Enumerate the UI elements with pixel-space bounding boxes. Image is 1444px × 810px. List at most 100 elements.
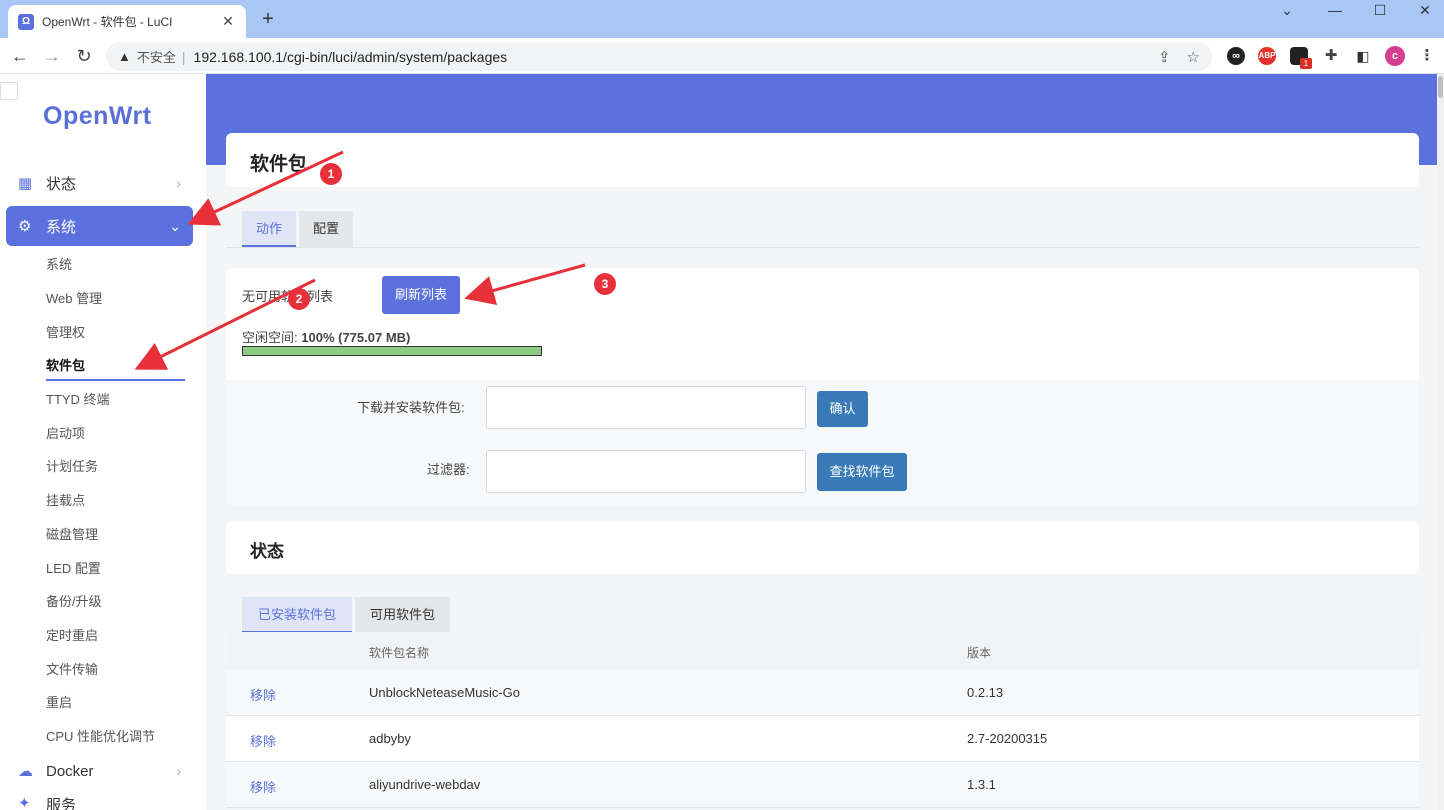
annotation-badge-2: 2 xyxy=(288,288,310,310)
extension-badge: 1 xyxy=(1300,58,1312,69)
annotation-badge-1: 1 xyxy=(320,163,342,185)
sidebar-item-docker[interactable]: ☁ Docker › xyxy=(6,751,193,791)
sidebar-item-services[interactable]: ✦ 服务 xyxy=(6,794,193,810)
bookmark-star-icon[interactable]: ☆ xyxy=(1187,48,1200,66)
scrollbar-thumb[interactable] xyxy=(1438,76,1443,98)
filter-input[interactable] xyxy=(486,450,806,493)
reload-icon[interactable]: ↻ xyxy=(72,44,96,68)
sidebar-item-system[interactable]: ⚙ 系统 ⌄ xyxy=(6,206,193,246)
remove-link[interactable]: 移除 xyxy=(250,777,276,796)
sidebar-subitem-reboot[interactable]: 重启 xyxy=(46,692,72,711)
download-label: 下载并安装软件包: xyxy=(357,400,465,415)
dashboard-icon: ▦ xyxy=(18,175,33,192)
tab-actions[interactable]: 动作 xyxy=(242,211,296,247)
chevron-down-icon[interactable]: ⌄ xyxy=(1272,2,1302,19)
chevron-down-icon: ⌄ xyxy=(169,217,181,234)
address-bar[interactable]: ▲ 不安全 | 192.168.100.1/cgi-bin/luci/admin… xyxy=(106,42,1212,71)
sidebar-item-label: 系统 xyxy=(46,218,77,236)
browser-tabstrip: Ω OpenWrt - 软件包 - LuCI ✕ + ⌄ — ☐ ✕ xyxy=(0,0,1444,38)
forward-arrow-icon[interactable]: → xyxy=(40,44,64,68)
package-name: adbyby xyxy=(369,731,411,746)
chevron-right-icon: › xyxy=(176,763,181,779)
profile-avatar[interactable]: c xyxy=(1385,46,1405,66)
adblock-extension-icon[interactable]: ABP xyxy=(1258,47,1276,65)
minimize-icon[interactable]: — xyxy=(1320,2,1350,18)
sidebar-subitem-system[interactable]: 系统 xyxy=(46,254,72,273)
menu-toggle[interactable] xyxy=(0,82,18,100)
column-header-name: 软件包名称 xyxy=(369,646,430,660)
page-title-card: 软件包 xyxy=(226,133,1419,187)
status-title: 状态 xyxy=(250,542,284,561)
sidebar-subitem-ttyd[interactable]: TTYD 终端 xyxy=(46,389,110,408)
free-space-progress xyxy=(242,346,542,356)
sidebar-subitem-cpufreq[interactable]: CPU 性能优化调节 xyxy=(46,726,155,745)
tab-config[interactable]: 配置 xyxy=(299,211,353,247)
package-version: 0.2.13 xyxy=(967,685,1004,700)
sidebar-item-status[interactable]: ▦ 状态 › xyxy=(6,163,193,203)
remove-link[interactable]: 移除 xyxy=(250,685,276,704)
side-panel-icon[interactable]: ◧ xyxy=(1354,47,1372,65)
confirm-button[interactable]: 确认 xyxy=(817,391,868,427)
sidebar-subitem-backup[interactable]: 备份/升级 xyxy=(46,591,102,610)
sidebar-subitem-admin[interactable]: 管理权 xyxy=(46,322,85,341)
tab-installed[interactable]: 已安装软件包 xyxy=(242,597,352,633)
filter-label: 过滤器: xyxy=(427,462,470,477)
sidebar-subitem-disk[interactable]: 磁盘管理 xyxy=(46,524,98,543)
tabs-divider xyxy=(226,247,1419,248)
sidebar-subitem-startup[interactable]: 启动项 xyxy=(46,423,85,442)
services-icon: ✦ xyxy=(18,795,31,810)
url-text: 192.168.100.1/cgi-bin/luci/admin/system/… xyxy=(193,48,508,65)
refresh-list-button[interactable]: 刷新列表 xyxy=(382,276,460,314)
browser-tab[interactable]: Ω OpenWrt - 软件包 - LuCI ✕ xyxy=(8,5,246,38)
sidebar-item-label: 状态 xyxy=(46,175,77,193)
close-icon[interactable]: ✕ xyxy=(220,13,236,30)
gear-icon: ⚙ xyxy=(18,218,32,235)
table-header: 软件包名称 版本 xyxy=(226,632,1419,670)
page-scrollbar[interactable] xyxy=(1437,74,1444,810)
find-package-button[interactable]: 查找软件包 xyxy=(817,453,907,491)
warning-icon: ▲ xyxy=(118,49,131,64)
package-version: 1.3.1 xyxy=(967,777,996,792)
download-package-input[interactable] xyxy=(486,386,806,429)
sidebar-subitem-packages[interactable]: 软件包 xyxy=(46,355,85,374)
sidebar-item-label: Docker xyxy=(46,762,94,780)
tab-title: OpenWrt - 软件包 - LuCI xyxy=(42,15,173,29)
page-title: 软件包 xyxy=(250,154,308,175)
openwrt-favicon-icon: Ω xyxy=(18,13,34,30)
sidebar-subitem-web[interactable]: Web 管理 xyxy=(46,288,102,307)
sidebar-item-label: 服务 xyxy=(46,797,77,810)
separator: | xyxy=(181,48,186,65)
menu-dots-icon[interactable]: ⋮ xyxy=(1418,47,1436,65)
sidebar-subitem-led[interactable]: LED 配置 xyxy=(46,558,101,577)
free-space-label: 空闲空间: 100% (775.07 MB) xyxy=(242,330,411,345)
status-title-card: 状态 xyxy=(226,521,1419,574)
table-row: 移除 adbyby 2.7-20200315 xyxy=(226,716,1419,762)
maximize-icon[interactable]: ☐ xyxy=(1365,2,1395,19)
package-name: aliyundrive-webdav xyxy=(369,777,481,792)
package-version: 2.7-20200315 xyxy=(967,731,1048,746)
table-row: 移除 aliyundrive-webdav 1.3.1 xyxy=(226,762,1419,808)
infinity-extension-icon[interactable]: ∞ xyxy=(1227,47,1245,65)
puzzle-icon[interactable]: ✚ xyxy=(1322,47,1340,65)
openwrt-logo: OpenWrt xyxy=(43,102,152,130)
tab-available[interactable]: 可用软件包 xyxy=(355,597,450,633)
sidebar-subitem-mounts[interactable]: 挂载点 xyxy=(46,490,85,509)
browser-toolbar: ← → ↻ ▲ 不安全 | 192.168.100.1/cgi-bin/luci… xyxy=(0,38,1444,74)
remove-link[interactable]: 移除 xyxy=(250,731,276,750)
sidebar-subitem-crontab[interactable]: 计划任务 xyxy=(46,456,98,475)
sidebar: OpenWrt ▦ 状态 › ⚙ 系统 ⌄ 系统 Web 管理 管理权 软件包 … xyxy=(0,74,206,810)
insecure-label: 不安全 xyxy=(136,50,176,65)
table-row: 移除 UnblockNeteaseMusic-Go 0.2.13 xyxy=(226,670,1419,716)
share-icon[interactable]: ⇪ xyxy=(1158,48,1171,66)
progress-fill xyxy=(243,347,541,355)
free-space-value: 100% (775.07 MB) xyxy=(301,330,411,345)
back-arrow-icon[interactable]: ← xyxy=(8,44,32,68)
new-tab-button[interactable]: + xyxy=(256,8,280,32)
chevron-right-icon: › xyxy=(176,175,181,191)
docker-icon: ☁ xyxy=(18,763,33,780)
window-close-icon[interactable]: ✕ xyxy=(1410,2,1440,19)
annotation-badge-3: 3 xyxy=(594,273,616,295)
sidebar-subitem-autoreboot[interactable]: 定时重启 xyxy=(46,625,98,644)
sidebar-subitem-filetransfer[interactable]: 文件传输 xyxy=(46,659,98,678)
column-header-version: 版本 xyxy=(967,646,992,660)
